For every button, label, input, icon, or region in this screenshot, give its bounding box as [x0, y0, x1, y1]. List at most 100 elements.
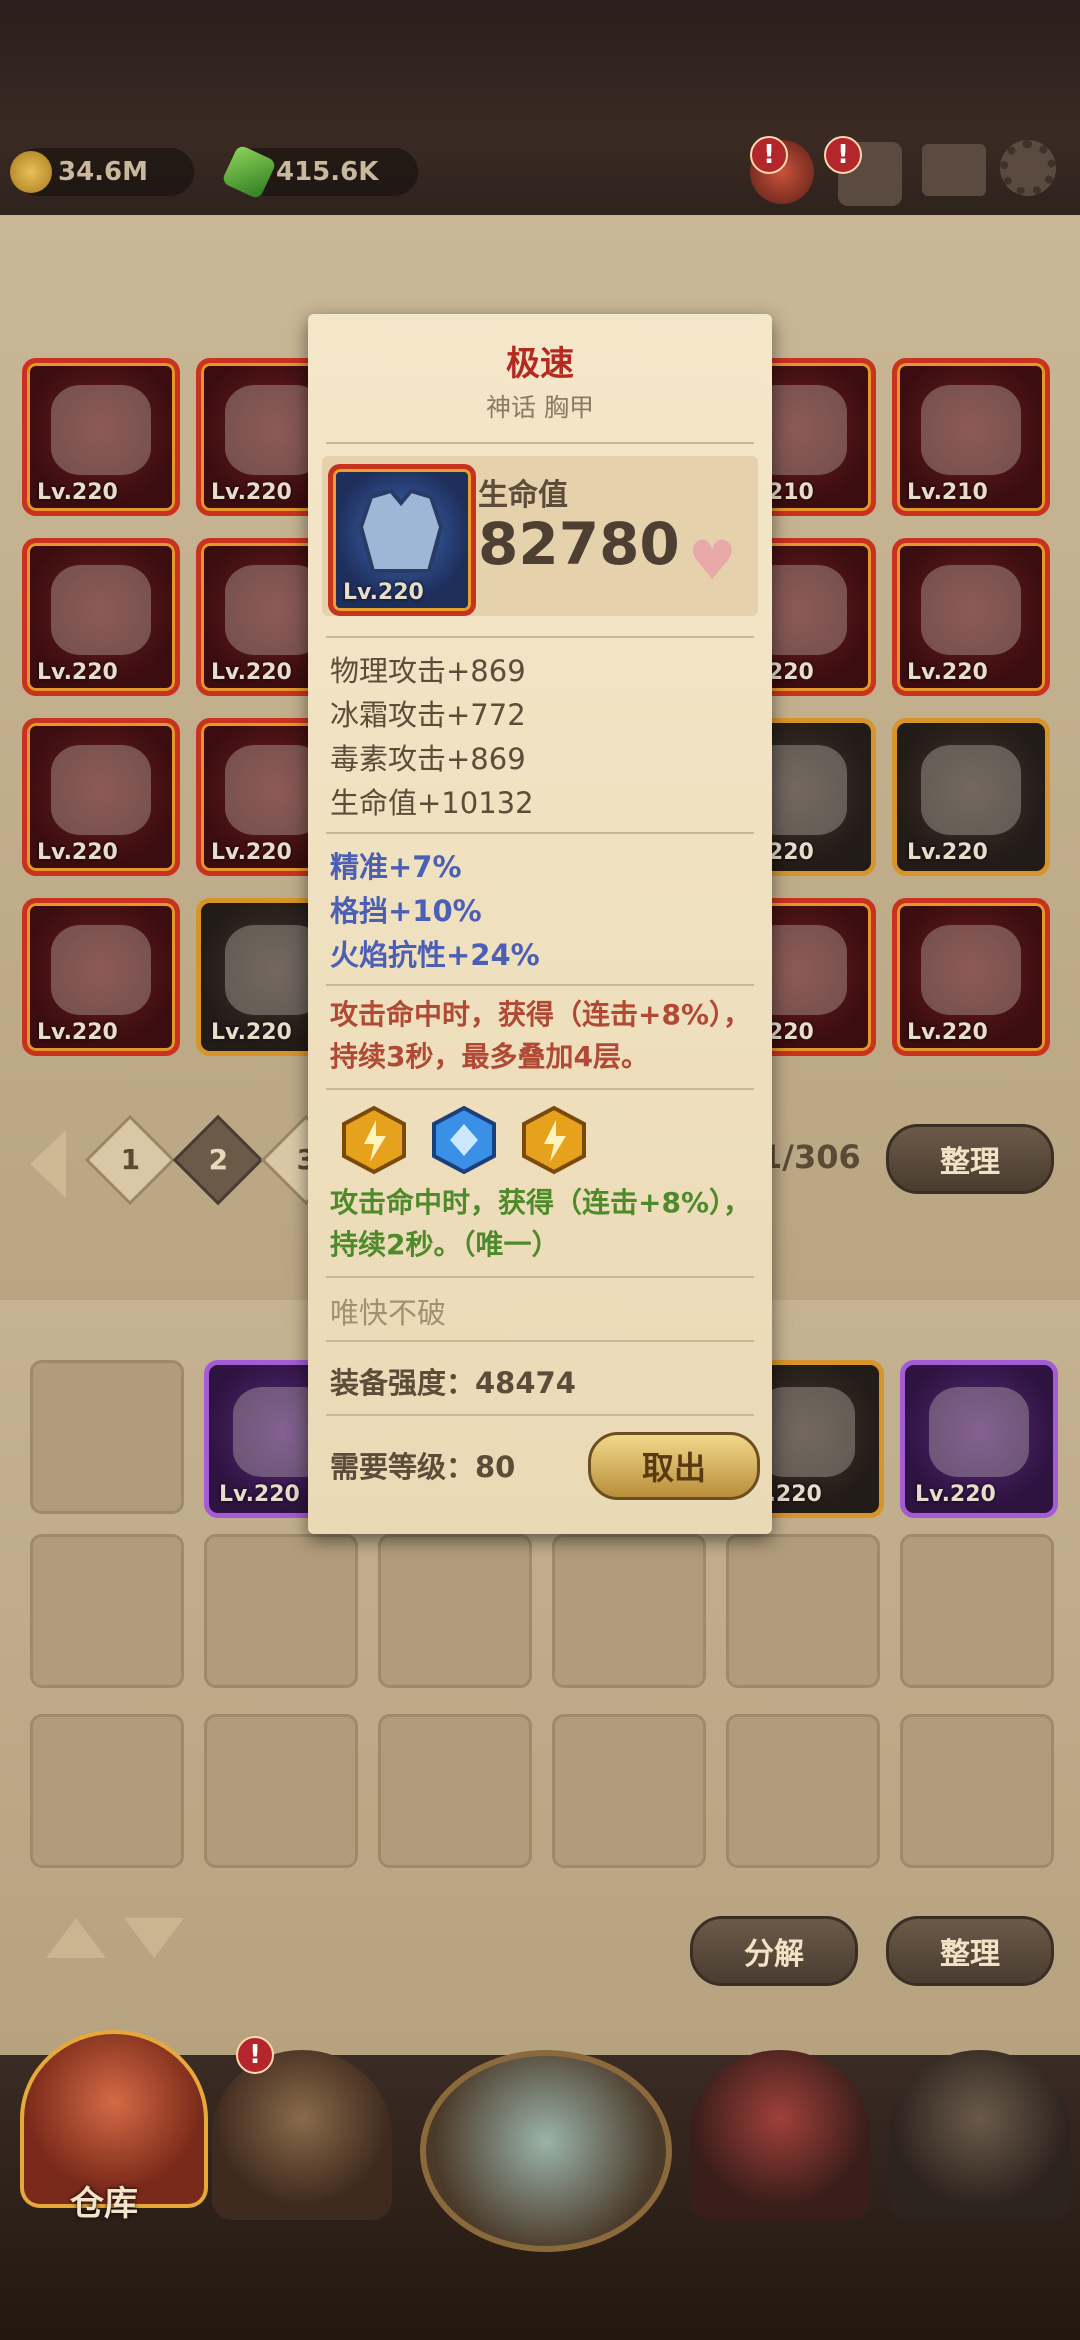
item-level: Lv.220 — [915, 1482, 996, 1507]
required-level: 需要等级：80 — [330, 1450, 516, 1484]
scimitar-icon — [51, 385, 151, 475]
inventory-slot[interactable]: Lv.220 — [892, 718, 1050, 876]
inventory-slot[interactable]: Lv.220 — [22, 898, 180, 1056]
empty-slot[interactable] — [378, 1714, 532, 1868]
extra-stat: 精准+7% — [330, 850, 462, 884]
base-stat: 物理攻击+869 — [330, 654, 526, 688]
item-level: Lv.220 — [37, 480, 118, 505]
empty-slot[interactable] — [30, 1360, 184, 1514]
sort-equipped-button[interactable]: 整理 — [886, 1916, 1054, 1986]
chestplate-icon — [921, 925, 1021, 1015]
item-level: Lv.220 — [907, 840, 988, 865]
sort-button[interactable]: 整理 — [886, 1124, 1054, 1194]
extra-stat: 格挡+10% — [330, 894, 482, 928]
item-title: 极速 — [506, 344, 574, 384]
inventory-slot[interactable]: Lv.210 — [892, 358, 1050, 516]
divider — [326, 636, 754, 638]
set-name: 唯快不破 — [330, 1296, 447, 1330]
sword-stand-icon — [929, 1387, 1029, 1477]
empty-slot[interactable] — [900, 1534, 1054, 1688]
alert-badge: ! — [824, 136, 862, 174]
ruby-amulet-icon — [921, 565, 1021, 655]
belt-icon — [51, 565, 151, 655]
item-level: Lv.220 — [211, 840, 292, 865]
item-level: Lv.220 — [907, 660, 988, 685]
item-level: Lv.220 — [211, 480, 292, 505]
divider — [326, 1276, 754, 1278]
item-level: Lv.220 — [37, 1020, 118, 1045]
item-level: Lv.220 — [907, 1020, 988, 1045]
base-stat: 毒素攻击+869 — [330, 742, 526, 776]
inventory-slot[interactable]: Lv.220 — [22, 358, 180, 516]
tavern-tab[interactable] — [212, 2050, 392, 2220]
heart-icon: ♥ — [688, 529, 737, 592]
extra-stat: 火焰抗性+24% — [330, 938, 540, 972]
effect-text: 攻击命中时，获得（连击+8%），持续2秒。（唯一） — [330, 1186, 751, 1261]
gold-coin-icon — [10, 151, 52, 193]
item-count: 1/306 — [760, 1138, 861, 1176]
inventory-slot[interactable]: Lv.220 — [22, 718, 180, 876]
empty-slot[interactable] — [30, 1714, 184, 1868]
effect-text: 攻击命中时，获得（连击+8%），持续3秒，最多叠加4层。 — [330, 998, 751, 1073]
decompose-button[interactable]: 分解 — [690, 1916, 858, 1986]
amulet-icon — [921, 385, 1021, 475]
item-subtitle: 神话 胸甲 — [486, 393, 594, 422]
forge-tab[interactable] — [890, 2050, 1070, 2220]
divider — [326, 442, 754, 444]
empty-slot[interactable] — [552, 1714, 706, 1868]
power-value: 装备强度：48474 — [330, 1366, 576, 1400]
mask-icon — [921, 745, 1021, 835]
alert-badge: ! — [750, 136, 788, 174]
inventory-slot[interactable]: Lv.220 — [22, 538, 180, 696]
hp-value: 82780 — [478, 510, 680, 578]
empty-slot[interactable] — [726, 1534, 880, 1688]
item-level: Lv.220 — [211, 1020, 292, 1045]
warehouse-label: 仓库 — [70, 2184, 138, 2224]
hero-tab[interactable] — [690, 2050, 870, 2220]
battle-tab[interactable] — [420, 2050, 672, 2252]
arrow-up-icon[interactable] — [46, 1918, 106, 1958]
chestplate-shape — [358, 488, 444, 573]
chestplate-icon: Lv.220 — [328, 464, 476, 616]
divider — [326, 1340, 754, 1342]
empty-slot[interactable] — [204, 1534, 358, 1688]
empty-slot-grid — [30, 1534, 1054, 1868]
item-level: Lv.220 — [343, 580, 424, 605]
empty-slot[interactable] — [900, 1714, 1054, 1868]
inventory-slot[interactable]: Lv.220 — [900, 1360, 1058, 1518]
item-level: Lv.220 — [219, 1482, 300, 1507]
ring-icon — [51, 925, 151, 1015]
divider — [326, 1414, 754, 1416]
gold-counter: 34.6M — [10, 148, 194, 196]
lightning-gem-icon — [522, 1105, 586, 1175]
gold-value: 34.6M — [58, 157, 149, 187]
empty-slot[interactable] — [552, 1534, 706, 1688]
empty-slot[interactable] — [204, 1714, 358, 1868]
lightning-gem-icon — [342, 1105, 406, 1175]
alert-badge: ! — [236, 2036, 274, 2074]
inventory-slot[interactable]: Lv.220 — [892, 898, 1050, 1056]
gear-icon[interactable] — [1000, 140, 1056, 196]
gem-value: 415.6K — [276, 157, 379, 187]
hp-label: 生命值 — [478, 478, 568, 513]
base-stat: 冰霜攻击+772 — [330, 698, 526, 732]
empty-slot[interactable] — [378, 1534, 532, 1688]
empty-slot[interactable] — [30, 1534, 184, 1688]
item-level: Lv.220 — [37, 840, 118, 865]
prev-page-arrow[interactable] — [30, 1130, 66, 1198]
divider — [326, 832, 754, 834]
arrow-down-icon[interactable] — [124, 1918, 184, 1958]
ring-icon — [51, 745, 151, 835]
divider — [326, 984, 754, 986]
item-level: Lv.220 — [37, 660, 118, 685]
item-level: Lv.210 — [907, 480, 988, 505]
inventory-slot[interactable]: Lv.220 — [892, 538, 1050, 696]
divider — [326, 1088, 754, 1090]
page-2-label: 2 — [208, 1143, 229, 1177]
blue-gem-icon — [432, 1105, 496, 1175]
mail-icon[interactable] — [922, 144, 986, 196]
empty-slot[interactable] — [726, 1714, 880, 1868]
item-level: Lv.220 — [211, 660, 292, 685]
page-1-label: 1 — [120, 1143, 141, 1177]
take-out-button[interactable]: 取出 — [588, 1432, 760, 1500]
